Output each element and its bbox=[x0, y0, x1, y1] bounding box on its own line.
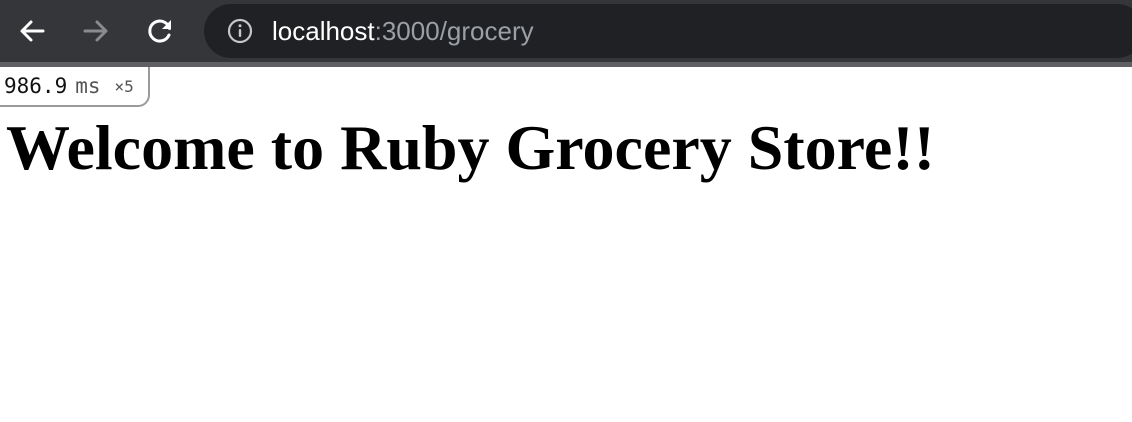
forward-arrow-icon bbox=[83, 20, 108, 42]
back-button[interactable] bbox=[13, 12, 51, 50]
browser-toolbar: localhost:3000/grocery bbox=[0, 0, 1132, 67]
reload-button[interactable] bbox=[141, 12, 179, 50]
forward-button[interactable] bbox=[77, 12, 115, 50]
url-text[interactable]: localhost:3000/grocery bbox=[272, 15, 534, 47]
perf-unit: ms bbox=[75, 74, 101, 98]
page-title: Welcome to Ruby Grocery Store!! bbox=[6, 112, 935, 183]
address-bar[interactable]: localhost:3000/grocery bbox=[204, 4, 1132, 58]
perf-time: 986.9 bbox=[4, 74, 68, 98]
perf-count: ×5 bbox=[114, 76, 134, 96]
url-path: :3000/grocery bbox=[374, 16, 534, 46]
performance-badge[interactable]: 986.9 ms ×5 bbox=[0, 67, 150, 107]
reload-icon bbox=[148, 19, 171, 43]
back-arrow-icon bbox=[20, 20, 45, 42]
url-host: localhost bbox=[272, 16, 375, 46]
info-icon[interactable] bbox=[227, 18, 253, 44]
